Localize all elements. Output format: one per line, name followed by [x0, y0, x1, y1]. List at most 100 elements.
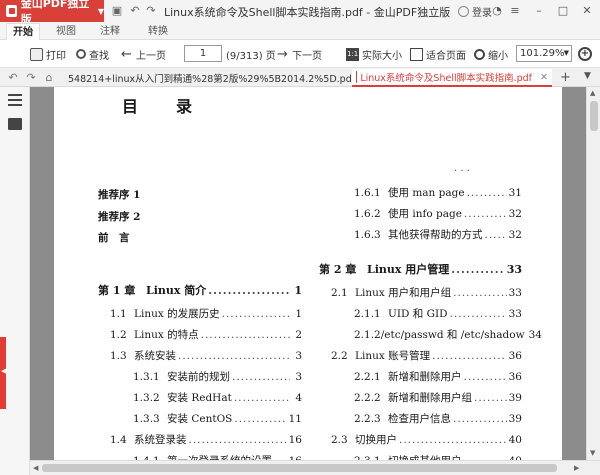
tab-list-icon[interactable]: ▼	[584, 71, 591, 81]
vertical-scroll-thumb[interactable]	[590, 101, 598, 131]
toc-entry-label: Linux 的特点	[134, 329, 199, 341]
toc-entry[interactable]: 1.6.3 其他获得帮助的方式 32	[354, 227, 522, 242]
save-icon[interactable]: ▣	[110, 4, 124, 18]
toc-entry[interactable]: 1.3.3 安装 CentOS 11	[133, 411, 302, 426]
scroll-down-icon[interactable]: ▼	[590, 449, 595, 457]
toc-entry-label: 安装前的规划	[167, 371, 230, 383]
actual-size-button[interactable]: 1:1 实际大小	[346, 46, 402, 62]
toc-entry-page: 32	[508, 229, 522, 241]
toc-entry[interactable]: 1.1 Linux 的发展历史 1	[110, 306, 302, 321]
toc-leader-dots	[453, 287, 507, 299]
app-logo-icon	[6, 5, 17, 17]
zoom-in-icon[interactable]: +	[578, 47, 592, 61]
toc-leader-dots	[201, 329, 290, 341]
print-button[interactable]: 打印	[30, 46, 66, 62]
toc-entry-number: 2.2	[331, 350, 348, 362]
arrow-left-icon: ←	[121, 46, 132, 62]
document-tab-active[interactable]: Linux系统命令及Shell脚本实践指南.pdf ✕	[352, 69, 552, 87]
prev-page-button[interactable]: ← 上一页	[120, 46, 166, 62]
toc-entry[interactable]: 2.3.1切换成其他用户40	[354, 453, 522, 460]
back-icon[interactable]: ↶	[6, 71, 20, 85]
horizontal-scrollbar[interactable]: ◀ ▶	[30, 460, 600, 475]
toc-leader-dots	[467, 187, 507, 199]
toc-entry[interactable]: 2.1.1 UID 和 GID 33	[354, 306, 522, 321]
toc-entry[interactable]: 2.2.3 检查用户信息 39	[354, 411, 522, 426]
toc-entry[interactable]: 2.2.2 新增和删除用户组 39	[354, 390, 522, 405]
minimize-icon[interactable]: –	[532, 3, 546, 19]
scroll-up-icon[interactable]: ▲	[590, 89, 595, 97]
fit-page-button[interactable]: 适合页面	[410, 46, 466, 62]
tab-convert[interactable]: 转换	[142, 23, 174, 40]
toc-entry-page: 34	[528, 329, 542, 341]
zoom-out-icon	[474, 48, 485, 60]
toc-entry-number: 2.1.2	[354, 329, 381, 341]
fit-page-icon	[410, 47, 423, 61]
toc-entry[interactable]: 1.2 Linux 的特点 2	[110, 327, 302, 342]
scroll-right-icon[interactable]: ▶	[574, 464, 579, 472]
toc-leader-dots	[485, 229, 507, 241]
toc-entry[interactable]: 1.3.1 安装前的规划 3	[133, 369, 302, 384]
toc-entry-label: 其他获得帮助的方式	[388, 229, 483, 241]
toc-entry[interactable]: 推荐序 2	[98, 209, 302, 224]
close-tab-icon[interactable]: ✕	[540, 72, 548, 83]
zoom-out-button[interactable]: 缩小	[474, 46, 508, 62]
login-button[interactable]: 登录	[458, 4, 492, 19]
maximize-icon[interactable]: □	[556, 3, 570, 19]
find-button[interactable]: 查找	[76, 46, 109, 62]
toc-entry-number: 1.3	[110, 350, 127, 362]
toc-leader-dots	[474, 392, 507, 404]
toc-leader-dots	[464, 371, 507, 383]
toc-entry[interactable]: 2.2 Linux 账号管理 36	[331, 348, 522, 363]
toc-entry[interactable]: 1.6.2 使用 info page 32	[354, 206, 522, 221]
toc-entry[interactable]: 1.6.1 使用 man page 31	[354, 185, 522, 200]
zoom-select[interactable]: 101.29% ▼	[516, 45, 572, 62]
tab-view[interactable]: 视图	[50, 23, 82, 40]
find-label: 查找	[89, 50, 109, 62]
undo-icon[interactable]: ↶	[128, 4, 142, 18]
comment-icon[interactable]	[8, 118, 22, 130]
toc-entry-number: 2.2.2	[354, 392, 381, 404]
toc-entry[interactable]: 1.4 系统登录装 16	[110, 432, 302, 447]
toc-entry[interactable]: 2.2.1 新增和删除用户 36	[354, 369, 522, 384]
document-viewer[interactable]: 目录 . . . 推荐序 1 推荐序 2 前 言第 1 章 Linux 简介 1 1.1 L…	[30, 87, 586, 460]
toc-entry-label: Linux 的发展历史	[134, 308, 220, 320]
toc-leader-dots	[232, 371, 290, 383]
toc-entry[interactable]: 2.3 切换用户 40	[331, 432, 522, 447]
close-icon[interactable]: ✕	[580, 3, 594, 19]
toc-entry[interactable]: 推荐序 1	[98, 187, 302, 202]
toc-entry[interactable]: 2.1 Linux 用户和用户组 33	[331, 285, 522, 300]
skin-icon[interactable]: ◔	[490, 3, 504, 19]
toc-entry[interactable]: 1.4.1第一次登录系统的设置16	[133, 453, 302, 460]
pdf-page: 目录 . . . 推荐序 1 推荐序 2 前 言第 1 章 Linux 简介 1 1.1 L…	[54, 87, 562, 460]
toc-entry[interactable]: 第 2 章 Linux 用户管理 33	[319, 261, 522, 277]
scroll-left-icon[interactable]: ◀	[33, 464, 38, 472]
toc-entry[interactable]: 第 1 章 Linux 简介 1	[98, 282, 302, 298]
toc-entry-label: /etc/passwd 和 /etc/shadow	[380, 329, 525, 341]
home-icon[interactable]: ⌂	[42, 71, 56, 85]
forward-icon[interactable]: ↷	[24, 71, 38, 85]
tab-start[interactable]: 开始	[6, 23, 40, 40]
menu-icon[interactable]: ≡	[508, 3, 522, 19]
toc-entry[interactable]: 2.1.2/etc/passwd 和 /etc/shadow 34	[354, 327, 542, 342]
toc-entry[interactable]: 前 言	[98, 230, 302, 245]
toc-entry-number: 2.1.1	[354, 308, 381, 320]
sidebar-collapse-handle[interactable]: ◀	[0, 337, 6, 409]
tab-annotate[interactable]: 注释	[94, 23, 126, 40]
vertical-scrollbar[interactable]: ▲ ▼	[586, 87, 600, 460]
document-tab[interactable]: 548214+linux从入门到精通%28第2版%29%5B2014.2%5D.…	[60, 69, 355, 87]
new-tab-icon[interactable]: +	[560, 70, 571, 85]
toc-entry-label: 安装 CentOS	[167, 413, 233, 425]
toc-entry[interactable]: 1.3.2 安装 RedHat 4	[133, 390, 302, 405]
next-page-button[interactable]: → 下一页	[276, 46, 322, 62]
horizontal-scroll-thumb[interactable]	[42, 464, 557, 472]
redo-icon[interactable]: ↷	[144, 4, 158, 18]
toc-entry-number: 第 1 章	[98, 284, 136, 297]
page-number-input[interactable]: 1	[184, 45, 222, 62]
toc-entry-page: 1	[295, 308, 302, 320]
app-menu-button[interactable]: 金山PDF独立版 ▼	[0, 0, 104, 26]
toc-entry-label: 前 言	[98, 232, 130, 244]
outline-icon[interactable]	[8, 94, 22, 106]
toc-entry[interactable]: 1.3 系统安装 3	[110, 348, 302, 363]
chevron-left-icon: ◀	[1, 367, 7, 375]
toc-entry-number: 1.3.1	[133, 371, 160, 383]
